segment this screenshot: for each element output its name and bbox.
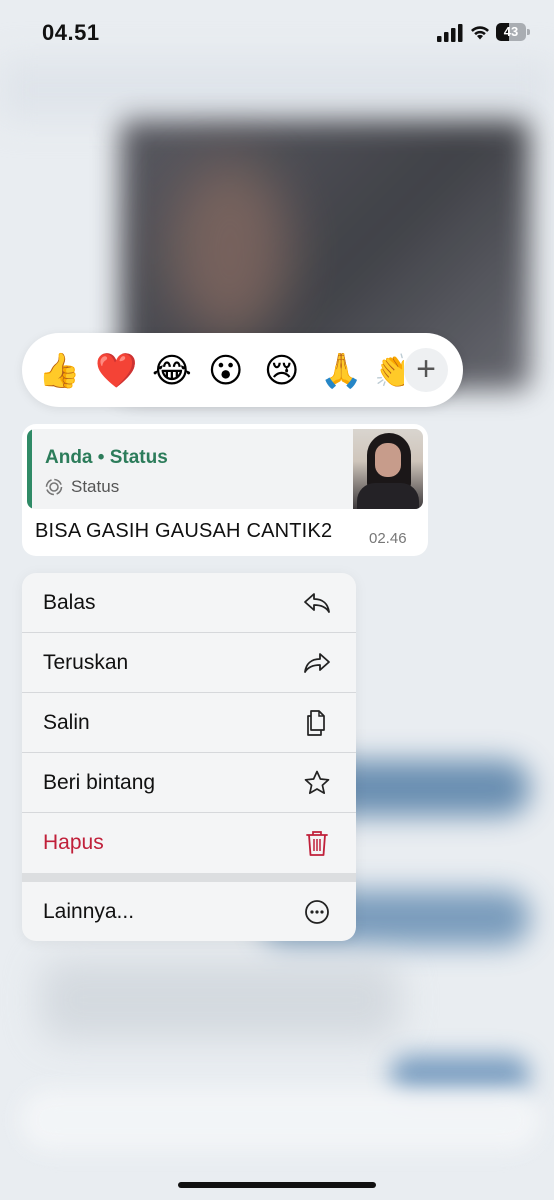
menu-item-label: Salin <box>43 711 90 734</box>
menu-item-label: Hapus <box>43 831 104 854</box>
menu-item-label: Teruskan <box>43 651 129 674</box>
status-thumbnail <box>353 429 423 509</box>
battery-icon: 43 <box>496 23 530 41</box>
more-icon <box>305 900 329 924</box>
menu-item-copy[interactable]: Salin <box>22 693 356 753</box>
reaction-surprised[interactable]: 😮 <box>208 351 243 391</box>
copy-icon <box>307 710 325 736</box>
menu-item-label: Beri bintang <box>43 771 156 794</box>
status-icon <box>45 478 63 496</box>
message-context-menu: Balas Teruskan Salin Beri bintang Hapus <box>22 573 356 941</box>
reaction-thumbs-up[interactable]: 👍 <box>38 351 80 391</box>
cellular-signal-icon <box>437 24 463 42</box>
message-timestamp: 02.46 <box>369 530 407 547</box>
message-text: BISA GASIH GAUSAH CANTIK2 <box>35 520 333 542</box>
clock: 04.51 <box>42 20 100 45</box>
menu-item-label: Lainnya... <box>43 900 135 923</box>
battery-level: 43 <box>503 24 519 39</box>
home-indicator[interactable] <box>178 1182 376 1188</box>
menu-item-reply[interactable]: Balas <box>22 573 356 633</box>
reply-icon <box>304 593 330 613</box>
quoted-status[interactable]: Anda • Status Status <box>27 429 423 509</box>
star-icon <box>304 770 330 795</box>
quote-subtitle: Status <box>71 477 120 496</box>
trash-icon <box>306 831 328 856</box>
menu-item-delete[interactable]: Hapus <box>22 813 356 873</box>
status-bar: 04.51 43 <box>0 0 554 64</box>
menu-item-star[interactable]: Beri bintang <box>22 753 356 813</box>
reaction-bar: 👍 ❤️ 😂 😮 😢 🙏 👏 + <box>22 333 463 407</box>
menu-item-more[interactable]: Lainnya... <box>22 882 356 941</box>
more-reactions-button[interactable]: + <box>404 348 448 392</box>
reaction-pray[interactable]: 🙏 <box>320 351 362 391</box>
message-bubble[interactable]: Anda • Status Status BISA GASIH GAUSAH C… <box>22 424 428 556</box>
forward-icon <box>304 653 330 673</box>
reaction-heart[interactable]: ❤️ <box>95 351 137 391</box>
quote-title: Anda • Status <box>45 447 168 468</box>
wifi-icon <box>471 26 489 40</box>
menu-item-forward[interactable]: Teruskan <box>22 633 356 693</box>
reaction-sad[interactable]: 😢 <box>264 351 299 391</box>
reaction-laugh[interactable]: 😂 <box>152 351 192 391</box>
menu-item-label: Balas <box>43 591 96 614</box>
reaction-clap[interactable]: 👏 <box>374 351 404 391</box>
quote-accent-bar <box>27 429 32 509</box>
menu-group-separator <box>22 873 356 882</box>
